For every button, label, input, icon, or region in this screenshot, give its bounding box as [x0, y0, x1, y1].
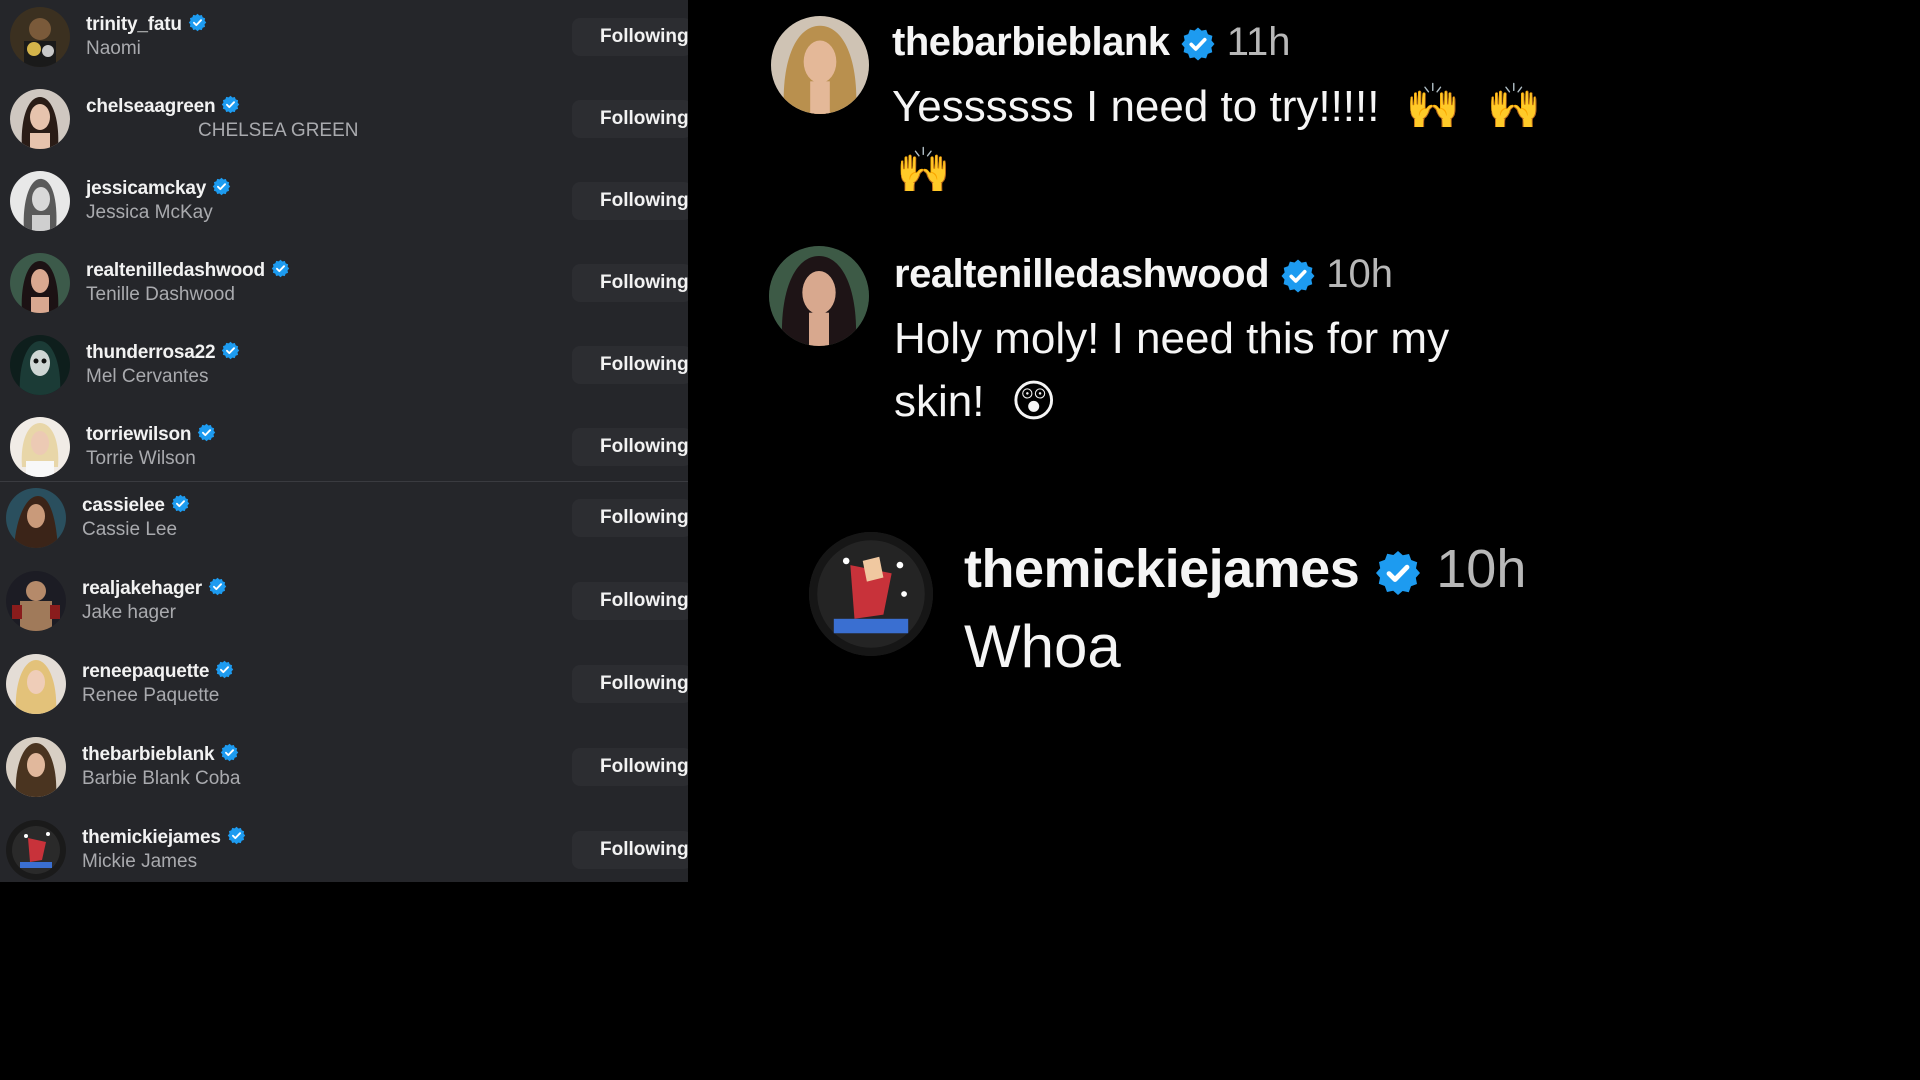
comments-panel: thebarbieblank 11h Yessssss I need to tr… [688, 0, 1568, 882]
username: themickiejames [82, 827, 221, 848]
username: thunderrosa22 [86, 342, 216, 363]
following-list-top: trinity_fatu Naomi Following chelseaagre… [0, 0, 688, 480]
list-item[interactable]: realtenilledashwood Tenille Dashwood Fol… [0, 246, 688, 328]
following-button[interactable]: Following [572, 182, 688, 220]
avatar[interactable] [10, 335, 70, 395]
following-button[interactable]: Following [572, 100, 688, 138]
list-item[interactable]: themickiejames Mickie James Following [0, 814, 688, 882]
comment-username[interactable]: themickiejames [964, 539, 1360, 599]
avatar[interactable] [6, 654, 66, 714]
raising-hands-emoji: 🙌 [1486, 82, 1542, 131]
display-name: Barbie Blank Coba [82, 768, 241, 789]
display-name: Tenille Dashwood [86, 284, 235, 305]
verified-icon [1180, 26, 1216, 62]
following-button[interactable]: Following [572, 264, 688, 302]
username: reneepaquette [82, 661, 210, 682]
username: jessicamckay [86, 178, 207, 199]
display-name: Jake hager [82, 602, 177, 623]
following-button[interactable]: Following [572, 582, 688, 620]
username: torriewilson [86, 424, 192, 445]
display-name: CHELSEA GREEN [198, 120, 359, 141]
following-button[interactable]: Following [572, 18, 688, 56]
verified-icon [227, 826, 246, 845]
display-name: Mickie James [82, 851, 198, 872]
display-name: Renee Paquette [82, 685, 220, 706]
comment-text: Yessssss I need to try!!!!! [892, 82, 1380, 131]
comment-time: 10h [1326, 252, 1394, 296]
avatar[interactable] [10, 417, 70, 477]
astonished-face-emoji: 😲 [1010, 377, 1057, 426]
username: cassielee [82, 495, 165, 516]
username: thebarbieblank [82, 744, 215, 765]
following-button[interactable]: Following [572, 499, 688, 537]
display-name: Torrie Wilson [86, 448, 196, 469]
display-name: Mel Cervantes [86, 366, 209, 387]
display-name: Naomi [86, 38, 141, 59]
verified-icon [171, 494, 190, 513]
avatar[interactable] [10, 171, 70, 231]
verified-icon [1280, 258, 1316, 294]
list-item[interactable]: realjakehager Jake hager Following [0, 565, 688, 647]
avatar[interactable] [10, 89, 70, 149]
avatar[interactable] [10, 253, 70, 313]
verified-icon [220, 743, 239, 762]
verified-icon [1374, 549, 1422, 597]
avatar[interactable] [771, 16, 869, 114]
username: realjakehager [82, 578, 202, 599]
avatar[interactable] [6, 737, 66, 797]
list-item[interactable]: thunderrosa22 Mel Cervantes Following [0, 328, 688, 410]
avatar[interactable] [6, 488, 66, 548]
verified-icon [212, 177, 231, 196]
avatar[interactable] [10, 7, 70, 67]
following-button[interactable]: Following [572, 428, 688, 466]
comment-text: Holy moly! I need this for my [894, 314, 1450, 363]
comment-text: Whoa [964, 613, 1121, 680]
following-button[interactable]: Following [572, 346, 688, 384]
username: chelseaagreen [86, 96, 216, 117]
list-item[interactable]: thebarbieblank Barbie Blank Coba Followi… [0, 731, 688, 813]
avatar[interactable] [809, 532, 933, 656]
verified-icon [271, 259, 290, 278]
verified-icon [197, 423, 216, 442]
comment-time: 10h [1436, 539, 1527, 599]
verified-icon [208, 577, 227, 596]
verified-icon [221, 341, 240, 360]
list-item[interactable]: cassielee Cassie Lee Following [0, 482, 688, 564]
comment-username[interactable]: thebarbieblank [892, 20, 1170, 64]
list-item[interactable]: chelseaagreen CHELSEA GREEN Following [0, 82, 688, 164]
comment-time: 11h [1226, 20, 1291, 64]
raising-hands-emoji: 🙌 [896, 146, 951, 195]
verified-icon [215, 660, 234, 679]
avatar[interactable] [6, 820, 66, 880]
following-button[interactable]: Following [572, 748, 688, 786]
avatar[interactable] [6, 571, 66, 631]
following-button[interactable]: Following [572, 665, 688, 703]
verified-icon [188, 13, 207, 32]
verified-icon [221, 95, 240, 114]
display-name: Cassie Lee [82, 519, 178, 540]
list-item[interactable]: jessicamckay Jessica McKay Following [0, 164, 688, 246]
following-list: trinity_fatu Naomi Following chelseaagre… [0, 0, 688, 882]
avatar[interactable] [769, 246, 869, 346]
display-name: Jessica McKay [86, 202, 213, 223]
following-list-bottom: cassielee Cassie Lee Following realjakeh… [0, 481, 688, 882]
list-item[interactable]: torriewilson Torrie Wilson Following [0, 410, 688, 492]
list-item[interactable]: reneepaquette Renee Paquette Following [0, 648, 688, 730]
username: realtenilledashwood [86, 260, 265, 281]
following-button[interactable]: Following [572, 831, 688, 869]
list-item[interactable]: trinity_fatu Naomi Following [0, 0, 688, 82]
comment-username[interactable]: realtenilledashwood [894, 252, 1270, 296]
comment-text: skin! [894, 377, 985, 426]
username: trinity_fatu [86, 14, 182, 35]
raising-hands-emoji: 🙌 [1405, 82, 1461, 131]
